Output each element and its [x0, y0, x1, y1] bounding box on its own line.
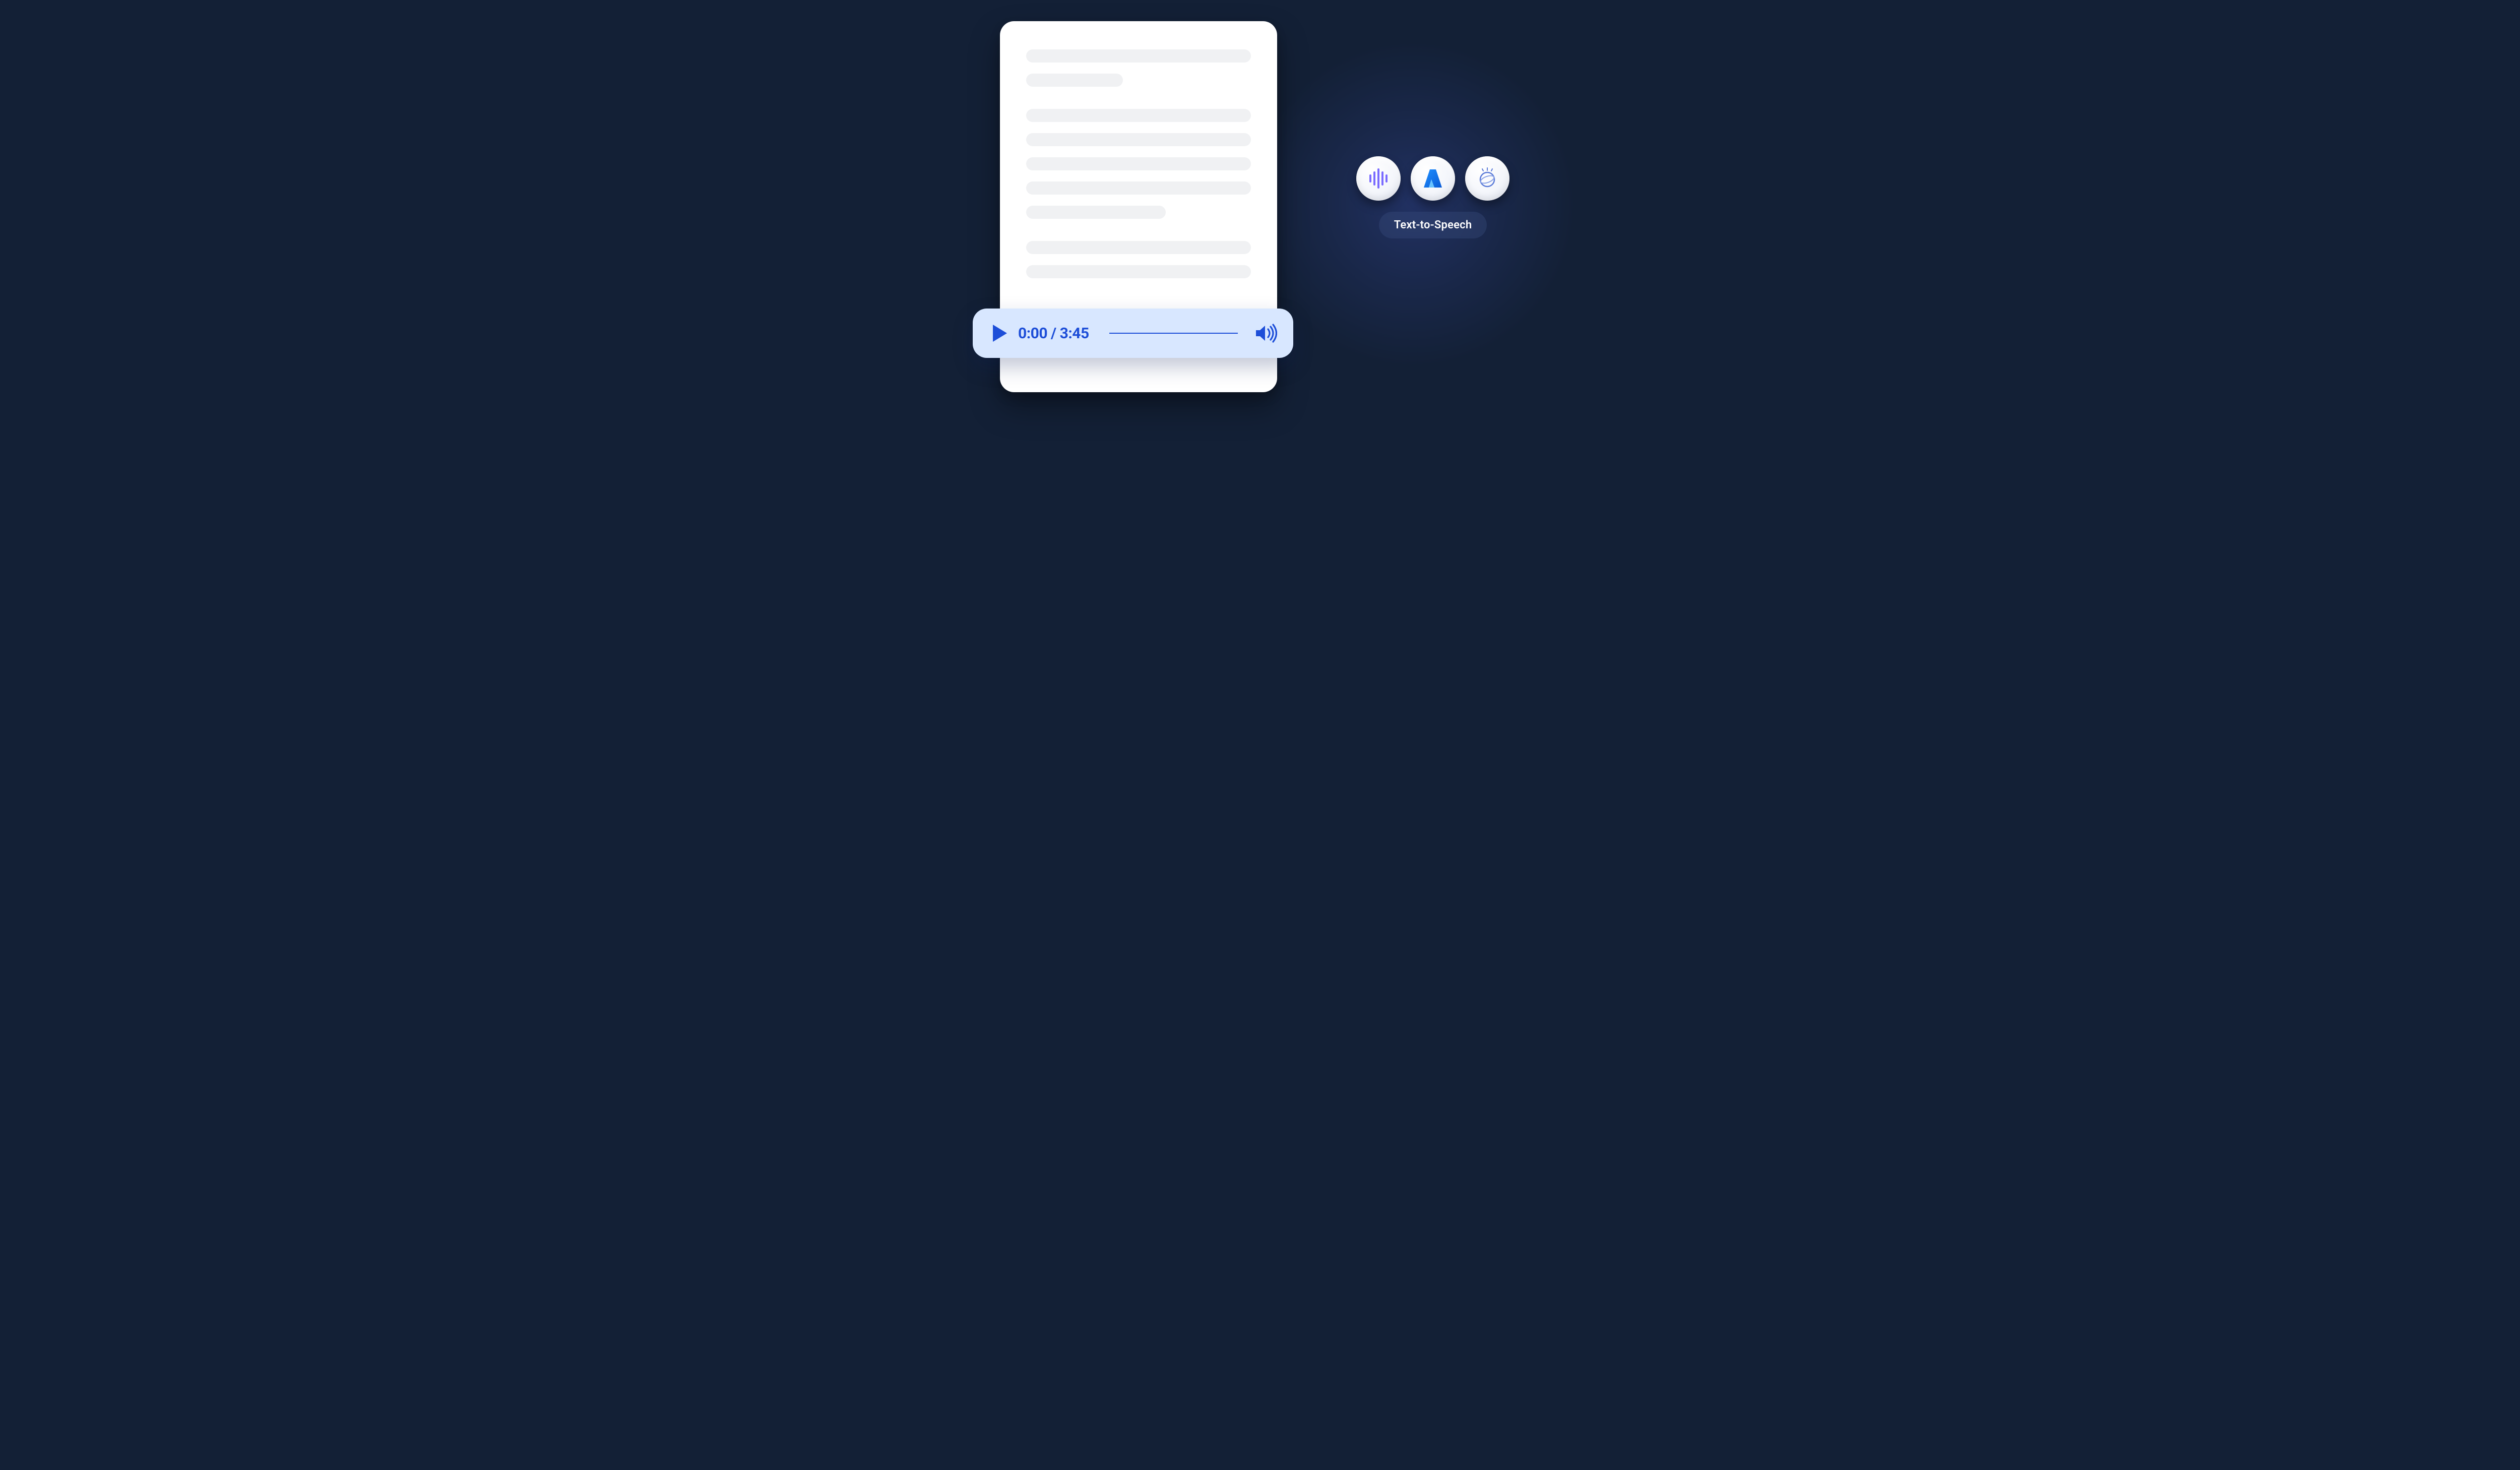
- azure-icon: [1411, 156, 1455, 201]
- paragraph: [1026, 49, 1251, 87]
- text-line: [1026, 265, 1251, 278]
- audio-player: 0:00 / 3:45: [973, 309, 1293, 358]
- current-time: 0:00: [1018, 325, 1047, 342]
- paragraph: [1026, 241, 1251, 278]
- time-separator: /: [1047, 325, 1060, 342]
- service-icons-row: [1356, 156, 1509, 201]
- text-line: [1026, 133, 1251, 146]
- paragraph: [1026, 109, 1251, 219]
- volume-button[interactable]: [1254, 323, 1277, 343]
- text-line: [1026, 109, 1251, 122]
- tts-services: Text-to-Speech: [1356, 156, 1509, 238]
- total-time: 3:45: [1060, 325, 1089, 342]
- tts-label: Text-to-Speech: [1379, 212, 1487, 238]
- text-line: [1026, 241, 1251, 254]
- waveform-icon: [1356, 156, 1401, 201]
- play-button[interactable]: [993, 325, 1007, 342]
- seek-track[interactable]: [1109, 333, 1238, 334]
- text-line: [1026, 206, 1166, 219]
- text-line: [1026, 181, 1251, 195]
- text-line: [1026, 74, 1123, 87]
- text-line: [1026, 49, 1251, 63]
- time-display: 0:00 / 3:45: [1018, 325, 1089, 342]
- watson-icon: [1465, 156, 1509, 201]
- text-line: [1026, 157, 1251, 170]
